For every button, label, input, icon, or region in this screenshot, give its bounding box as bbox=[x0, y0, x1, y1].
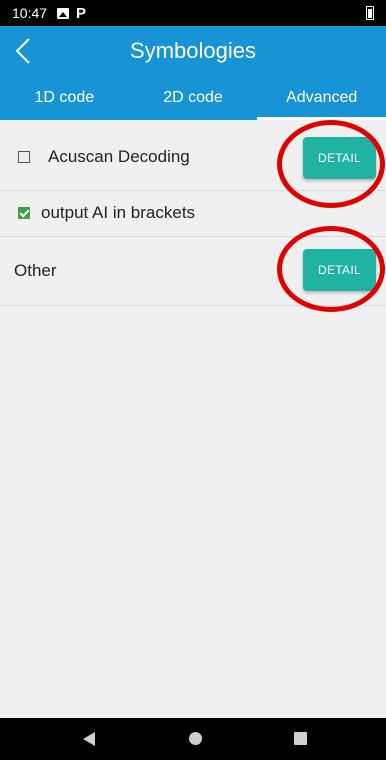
tab-1d-code[interactable]: 1D code bbox=[0, 76, 129, 120]
chevron-left-icon bbox=[15, 38, 30, 64]
home-circle-icon[interactable] bbox=[189, 732, 202, 745]
page-title: Symbologies bbox=[130, 38, 256, 63]
system-nav-bar bbox=[0, 718, 386, 760]
status-time: 10:47 bbox=[12, 5, 48, 21]
output-ai-brackets-label: output AI in brackets bbox=[41, 203, 196, 222]
output-ai-brackets-checkbox[interactable] bbox=[18, 207, 30, 219]
parking-icon: P bbox=[76, 4, 87, 22]
other-label: Other bbox=[14, 261, 57, 280]
recent-square-icon[interactable] bbox=[294, 732, 307, 745]
highlight-ring-acuscan-detail bbox=[277, 120, 385, 208]
image-icon bbox=[57, 7, 70, 19]
tab-label: Advanced bbox=[286, 89, 358, 106]
highlight-ring-other-detail bbox=[277, 226, 385, 312]
acuscan-decoding-label: Acuscan Decoding bbox=[48, 147, 190, 166]
tab-bar: 1D code 2D code Advanced bbox=[0, 76, 386, 120]
back-triangle-icon[interactable] bbox=[83, 732, 95, 746]
acuscan-decoding-checkbox[interactable] bbox=[18, 151, 30, 163]
tab-label: 1D code bbox=[34, 89, 95, 106]
app-bar: Symbologies bbox=[0, 26, 386, 76]
status-bar: 10:47 P bbox=[0, 0, 386, 26]
back-button[interactable] bbox=[6, 34, 40, 68]
tab-2d-code[interactable]: 2D code bbox=[129, 76, 258, 120]
tab-label: 2D code bbox=[163, 89, 223, 106]
battery-icon bbox=[366, 6, 374, 20]
tab-advanced[interactable]: Advanced bbox=[257, 76, 386, 120]
